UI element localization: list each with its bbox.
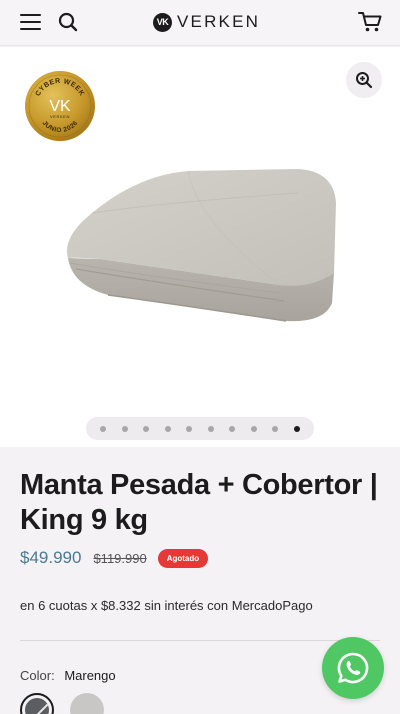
color-value: Marengo bbox=[64, 668, 116, 683]
color-selector-label: Color: Marengo bbox=[20, 668, 116, 683]
color-swatch-light-grey[interactable] bbox=[70, 693, 104, 714]
carousel-dots bbox=[86, 417, 314, 440]
brand-logo[interactable]: VK VERKEN bbox=[153, 12, 260, 32]
product-gallery[interactable]: CYBER WEEK VK VERKEN JUNIO 2026 bbox=[0, 47, 400, 447]
carousel-dot[interactable] bbox=[186, 425, 193, 432]
price-row: $49.990 $119.990 Agotado bbox=[20, 547, 209, 569]
search-icon[interactable] bbox=[57, 11, 79, 33]
carousel-dot[interactable] bbox=[272, 425, 279, 432]
hamburger-icon[interactable] bbox=[20, 14, 41, 30]
whatsapp-button[interactable] bbox=[322, 637, 384, 699]
logo-mark: VK bbox=[153, 12, 172, 32]
product-title: Manta Pesada + Cobertor | King 9 kg bbox=[20, 469, 378, 536]
carousel-dot[interactable] bbox=[143, 425, 150, 432]
swatch-fill bbox=[25, 698, 49, 714]
original-price: $119.990 bbox=[93, 550, 147, 566]
zoom-button[interactable] bbox=[346, 62, 382, 98]
sold-out-slash bbox=[26, 698, 49, 714]
whatsapp-icon bbox=[337, 652, 369, 684]
product-image bbox=[67, 169, 336, 322]
cart-icon[interactable] bbox=[358, 11, 382, 33]
installments-text: en 6 cuotas x $8.332 sin interés con Mer… bbox=[20, 598, 313, 613]
carousel-dot[interactable] bbox=[250, 425, 257, 432]
divider bbox=[20, 640, 380, 641]
status-badge: Agotado bbox=[157, 548, 209, 568]
carousel-dot[interactable] bbox=[121, 425, 128, 432]
carousel-dot-active[interactable] bbox=[293, 425, 300, 432]
carousel-dot[interactable] bbox=[100, 425, 106, 432]
site-header: VK VERKEN bbox=[0, 0, 400, 46]
carousel-dot[interactable] bbox=[207, 425, 214, 432]
color-swatch-marengo[interactable] bbox=[20, 693, 54, 714]
zoom-in-icon bbox=[356, 72, 373, 89]
color-label: Color: bbox=[20, 668, 55, 683]
badge-mark: VK bbox=[49, 98, 71, 115]
carousel-dot[interactable] bbox=[164, 425, 171, 432]
badge-brand: VERKEN bbox=[50, 114, 70, 119]
sale-price: $49.990 bbox=[20, 548, 82, 567]
carousel-dot[interactable] bbox=[229, 425, 236, 432]
brand-name: VERKEN bbox=[177, 12, 261, 31]
cyber-week-badge: CYBER WEEK VK VERKEN JUNIO 2026 bbox=[25, 71, 95, 141]
